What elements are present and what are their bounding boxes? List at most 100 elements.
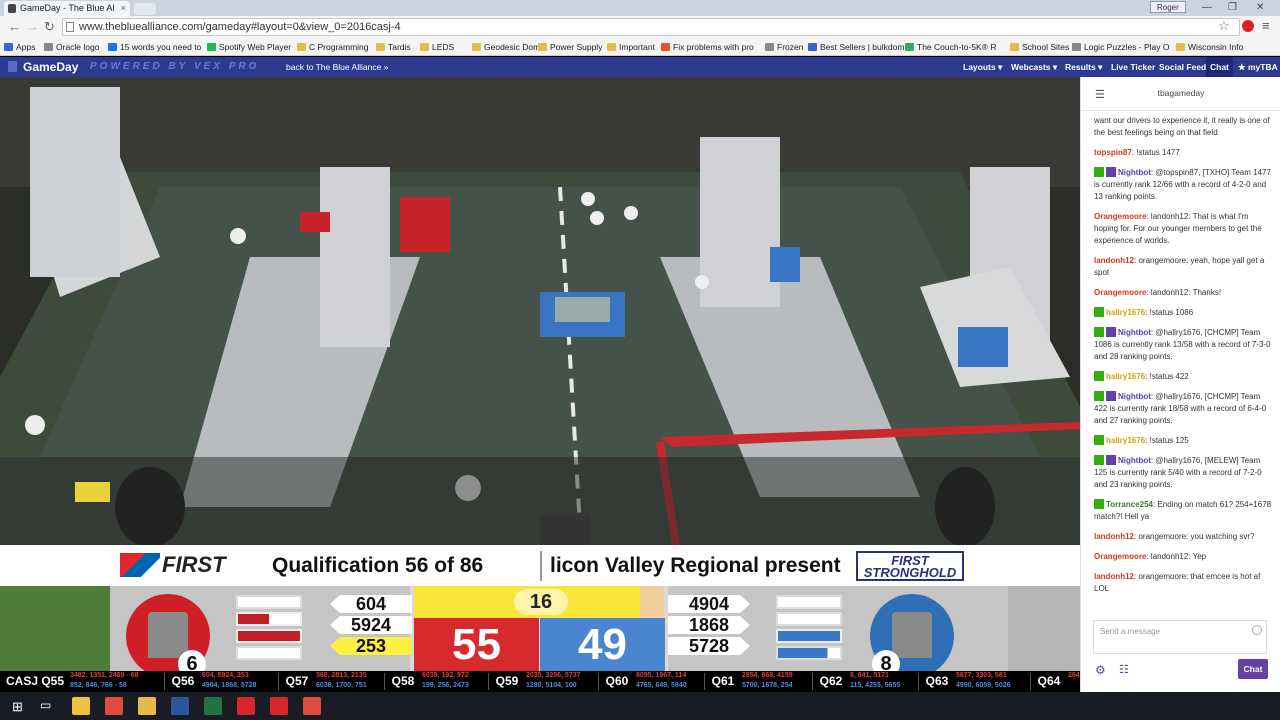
bookmark-item[interactable]: Apps xyxy=(4,40,35,54)
address-bar[interactable]: www.thebluealliance.com/gameday#layout=0… xyxy=(62,18,1240,36)
chat-username[interactable]: landonh12 xyxy=(1094,532,1134,541)
chat-message: hallry1676: !status 1086 xyxy=(1081,303,1280,323)
bookmark-icon xyxy=(472,43,481,51)
ticker-current-red: 3482, 1351, 2489 - 68 xyxy=(70,672,139,679)
chat-username[interactable]: Orangemoore xyxy=(1094,288,1146,297)
chat-username[interactable]: Nightbot xyxy=(1118,168,1151,177)
bookmark-item[interactable]: Important xyxy=(607,40,655,54)
gameday-nav-item[interactable]: Live Ticker xyxy=(1111,61,1155,73)
first-logo-icon xyxy=(120,553,160,577)
windows-start-icon[interactable]: ⊞ xyxy=(12,699,23,715)
task-view-icon[interactable]: ▭ xyxy=(40,698,51,712)
folder-icon[interactable] xyxy=(138,697,156,715)
browser-toolbar: ← → ↻ www.thebluealliance.com/gameday#la… xyxy=(0,16,1280,38)
chat-username[interactable]: hallry1676 xyxy=(1106,372,1145,381)
chat-username[interactable]: Nightbot xyxy=(1118,328,1151,337)
chat-username[interactable]: Nightbot xyxy=(1118,456,1151,465)
chat-message: topspin87: !status 1477 xyxy=(1094,148,1180,157)
bookmark-item[interactable]: Geodesic Dome xyxy=(472,40,545,54)
forward-arrow-icon[interactable]: → xyxy=(26,19,39,35)
blue-tower-icon: 8 xyxy=(870,594,954,678)
gameday-nav-item[interactable]: Chat xyxy=(1206,57,1233,77)
word-icon[interactable] xyxy=(171,697,189,715)
bookmark-item[interactable]: Wisconsin Info xyxy=(1176,40,1243,54)
solidworks-icon[interactable] xyxy=(237,697,255,715)
bookmark-item[interactable]: Spotify Web Player xyxy=(207,40,291,54)
chat-username[interactable]: Orangemoore xyxy=(1094,552,1146,561)
chat-message: Orangemoore: landonh12: Thanks! xyxy=(1094,288,1222,297)
webcast-video[interactable] xyxy=(0,77,1080,545)
red-defense-bar xyxy=(236,646,302,660)
windows-taskbar: ⊞ ▭ xyxy=(0,692,1280,720)
file-explorer-icon[interactable] xyxy=(72,697,90,715)
new-tab-button[interactable] xyxy=(134,3,156,15)
chrome-icon[interactable] xyxy=(105,697,123,715)
bookmark-star-icon[interactable]: ☆ xyxy=(1218,18,1230,34)
chrome-icon-2[interactable] xyxy=(303,697,321,715)
solidworks-icon-2[interactable] xyxy=(270,697,288,715)
minimize-icon[interactable]: — xyxy=(1202,0,1212,16)
viewer-list-icon[interactable]: ☷ xyxy=(1119,663,1129,676)
red-defense-bar xyxy=(236,595,302,609)
bookmark-item[interactable]: Oracle logo xyxy=(44,40,99,54)
bookmark-icon xyxy=(420,43,429,51)
gameday-nav-item[interactable]: Layouts ▾ xyxy=(963,61,1002,73)
chat-username[interactable]: topspin87 xyxy=(1094,148,1132,157)
chat-channel-name: tbagameday xyxy=(1157,88,1205,98)
maximize-icon[interactable]: ❐ xyxy=(1228,0,1237,16)
chat-send-button[interactable]: Chat xyxy=(1238,659,1268,679)
chat-message: landonh12: orangemoore: you watching svr… xyxy=(1094,532,1255,541)
moderator-badge-icon xyxy=(1094,167,1104,177)
extension-icon[interactable] xyxy=(1242,20,1254,32)
bookmark-icon xyxy=(207,43,216,51)
chat-username[interactable]: Torrance254 xyxy=(1106,500,1153,509)
chat-username[interactable]: Orangemoore xyxy=(1094,212,1146,221)
ticker-match-label: Q59 xyxy=(495,674,519,688)
bookmark-item[interactable]: The Couch-to-5K® R xyxy=(905,40,997,54)
bookmark-item[interactable]: 15 words you need to xyxy=(108,40,201,54)
chat-username[interactable]: hallry1676 xyxy=(1106,308,1145,317)
moderator-badge-icon xyxy=(1094,327,1104,337)
stronghold-logo: FIRST STRONGHOLD xyxy=(856,551,964,581)
chat-username[interactable]: landonh12 xyxy=(1094,256,1134,265)
bookmark-icon xyxy=(376,43,385,51)
gameday-nav-item[interactable]: Webcasts ▾ xyxy=(1011,61,1057,73)
close-window-icon[interactable]: ✕ xyxy=(1256,0,1264,16)
chat-username[interactable]: landonh12 xyxy=(1094,572,1134,581)
bookmark-item[interactable]: School Sites xyxy=(1010,40,1069,54)
chat-username[interactable]: hallry1676 xyxy=(1106,436,1145,445)
chat-message: Nightbot: @hallry1676, [CHCMP] Team 422 … xyxy=(1094,391,1267,425)
bookmark-item[interactable]: Logic Puzzles - Play O xyxy=(1072,40,1170,54)
bookmark-item[interactable]: LEDS xyxy=(420,40,454,54)
gameday-nav-item[interactable]: Results ▾ xyxy=(1065,61,1102,73)
back-to-tba-link[interactable]: back to The Blue Alliance » xyxy=(286,61,388,73)
chat-input[interactable]: Send a message xyxy=(1093,620,1267,654)
timer-remaining xyxy=(640,586,664,618)
reload-icon[interactable]: ↻ xyxy=(44,19,55,35)
bot-badge-icon xyxy=(1106,455,1116,465)
ticker-red-teams: 6039, 192, 972 xyxy=(422,672,469,679)
red-team-2: 5924 xyxy=(330,616,412,634)
chrome-menu-icon[interactable]: ≡ xyxy=(1262,18,1270,33)
bookmark-item[interactable]: Fix problems with pro xyxy=(661,40,754,54)
back-arrow-icon[interactable]: ← xyxy=(8,19,21,35)
gameday-nav-item[interactable]: Social Feed xyxy=(1159,61,1206,73)
bookmark-item[interactable]: Power Supply xyxy=(538,40,602,54)
scoreboard: FIRST Qualification 56 of 86 licon Valle… xyxy=(0,545,1080,678)
bookmark-item[interactable]: Frozen xyxy=(765,40,803,54)
excel-icon[interactable] xyxy=(204,697,222,715)
emote-icon[interactable] xyxy=(1252,625,1262,635)
gameday-brand[interactable]: GameDay xyxy=(8,59,78,75)
chat-username[interactable]: Nightbot xyxy=(1118,392,1151,401)
bookmark-item[interactable]: C Programming xyxy=(297,40,369,54)
bookmark-item[interactable]: Best Sellers | bulkdom xyxy=(808,40,904,54)
bookmark-item[interactable]: Tardis xyxy=(376,40,411,54)
chat-messages[interactable]: want our drivers to experience it, it re… xyxy=(1081,111,1280,615)
chat-settings-gear-icon[interactable]: ⚙ xyxy=(1095,663,1106,677)
gameday-nav-item[interactable]: ★ myTBA xyxy=(1238,61,1278,73)
browser-tab[interactable]: GameDay - The Blue Al × xyxy=(4,1,130,16)
page-icon xyxy=(66,22,74,32)
profile-button[interactable]: Roger xyxy=(1150,1,1186,13)
tab-close-icon[interactable]: × xyxy=(121,1,126,16)
ticker-match-label: Q63 xyxy=(925,674,949,688)
